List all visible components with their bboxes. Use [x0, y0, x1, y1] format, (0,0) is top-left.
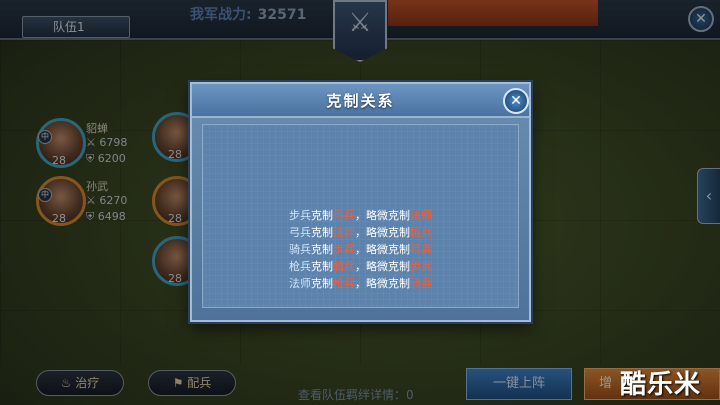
- unit-name: 法师: [289, 277, 311, 290]
- slightly-countered-unit: 枪兵: [410, 226, 432, 239]
- unit-name: 骑兵: [289, 243, 311, 256]
- counter-word: 克制: [311, 260, 333, 273]
- countered-unit: 步兵: [333, 243, 355, 256]
- relation-line-spearman: 枪兵克制骑兵，略微克制步兵: [203, 258, 518, 275]
- countered-unit: 弓兵: [333, 209, 355, 222]
- countered-unit: 法师: [333, 226, 355, 239]
- slightly-countered-unit: 骑兵: [410, 277, 432, 290]
- slight-counter-word: ，略微克制: [355, 226, 410, 239]
- relation-line-archer: 弓兵克制法师，略微克制枪兵: [203, 224, 518, 241]
- relation-line-mage: 法师克制枪兵，略微克制骑兵: [203, 275, 518, 292]
- slightly-countered-unit: 步兵: [410, 260, 432, 273]
- unit-name: 弓兵: [289, 226, 311, 239]
- counter-word: 克制: [311, 243, 333, 256]
- slightly-countered-unit: 弓兵: [410, 243, 432, 256]
- dialog-title: 克制关系: [326, 92, 395, 110]
- slight-counter-word: ，略微克制: [355, 277, 410, 290]
- unit-name: 枪兵: [289, 260, 311, 273]
- site-watermark: 酷乐米: [620, 370, 702, 400]
- close-icon[interactable]: ✕: [503, 88, 529, 114]
- slight-counter-word: ，略微克制: [355, 260, 410, 273]
- slight-counter-word: ，略微克制: [355, 209, 410, 222]
- unit-name: 步兵: [289, 209, 311, 222]
- counter-word: 克制: [311, 209, 333, 222]
- slight-counter-word: ，略微克制: [355, 243, 410, 256]
- counter-relation-list: 步兵克制弓兵，略微克制法师 弓兵克制法师，略微克制枪兵 骑兵克制步兵，略微克制弓…: [203, 207, 518, 292]
- dialog-body: 步兵克制弓兵，略微克制法师 弓兵克制法师，略微克制枪兵 骑兵克制步兵，略微克制弓…: [202, 124, 519, 308]
- relation-line-cavalry: 骑兵克制步兵，略微克制弓兵: [203, 241, 518, 258]
- counter-word: 克制: [311, 226, 333, 239]
- counter-relation-dialog: 克制关系 ✕ 步兵克制弓兵，略微克制法师 弓兵克制法师，略微克制枪兵 骑兵克制步…: [190, 82, 531, 322]
- counter-word: 克制: [311, 277, 333, 290]
- slightly-countered-unit: 法师: [410, 209, 432, 222]
- relation-line-infantry: 步兵克制弓兵，略微克制法师: [203, 207, 518, 224]
- countered-unit: 骑兵: [333, 260, 355, 273]
- countered-unit: 枪兵: [333, 277, 355, 290]
